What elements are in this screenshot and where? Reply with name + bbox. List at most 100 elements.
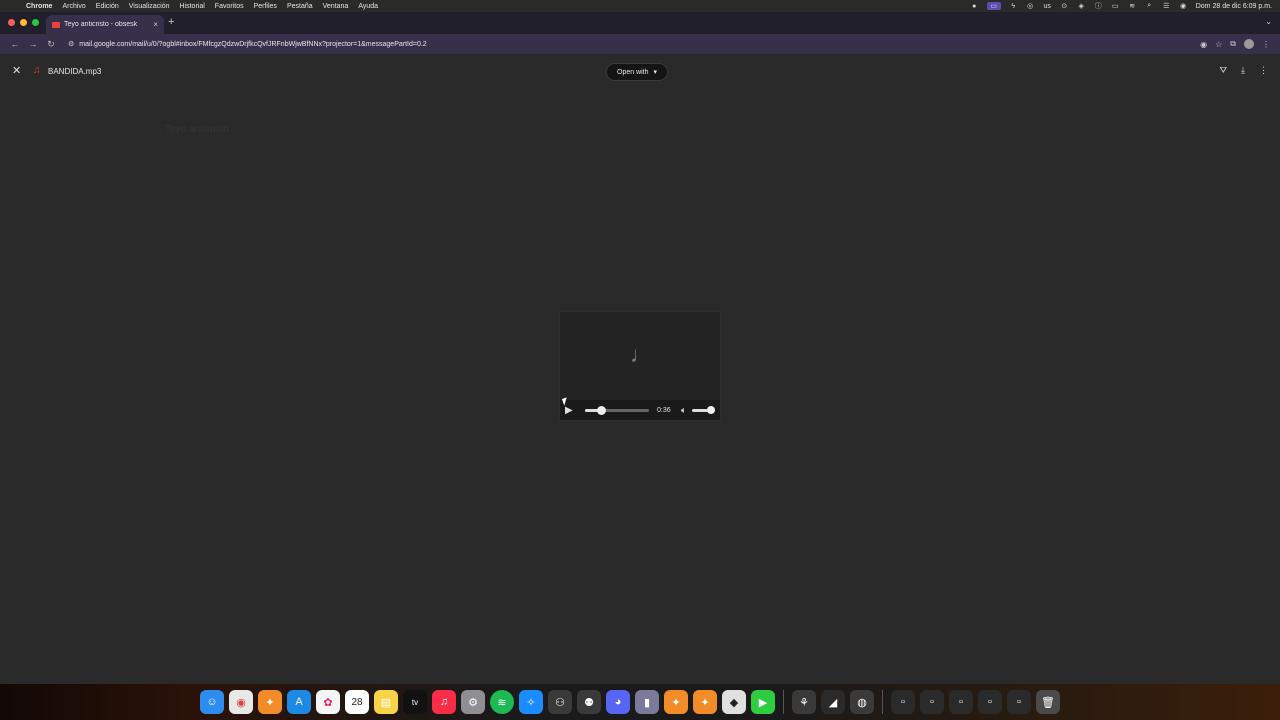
menu-edicion[interactable]: Edición	[96, 3, 119, 10]
settings-icon[interactable]: ⚙	[461, 690, 485, 714]
browser-toolbar: ← → ↻ ⚙ mail.google.com/mail/u/0/?ogbl#i…	[0, 34, 1280, 54]
profile-avatar[interactable]	[1244, 39, 1254, 49]
menu-pestana[interactable]: Pestaña	[287, 3, 313, 10]
extensions-icon[interactable]: ⧉	[1230, 39, 1236, 49]
new-tab-button[interactable]: +	[168, 16, 174, 28]
minimize-window-button[interactable]	[20, 19, 27, 26]
attachment-viewer: Teyo anticristo ✕ ♫ BANDIDA.mp3 Open wit…	[0, 54, 1280, 684]
seek-bar[interactable]	[585, 405, 649, 415]
app-icon[interactable]: ▮	[635, 690, 659, 714]
more-options-icon[interactable]: ⋮	[1259, 65, 1268, 76]
fullscreen-window-button[interactable]	[32, 19, 39, 26]
trash-icon[interactable]: 🗑︎	[1036, 690, 1060, 714]
chrome-icon[interactable]: ◉	[229, 690, 253, 714]
roblox-icon[interactable]: ◆	[722, 690, 746, 714]
wifi-icon[interactable]: ≋	[1128, 2, 1137, 10]
menu-ayuda[interactable]: Ayuda	[358, 3, 378, 10]
calendar-icon[interactable]: 28	[345, 690, 369, 714]
menu-favoritos[interactable]: Favoritos	[215, 3, 244, 10]
record-icon[interactable]: ●	[970, 2, 979, 10]
open-with-button[interactable]: Open with ▾	[606, 63, 669, 81]
safari-icon[interactable]: ✧	[519, 690, 543, 714]
viewer-header: ✕ ♫ BANDIDA.mp3 Open with ▾ ⛛ ⤓ ⋮	[0, 62, 1280, 82]
fl-studio-icon-3[interactable]: ✦	[693, 690, 717, 714]
chevron-down-icon: ▾	[653, 69, 658, 76]
info-icon[interactable]: ⓘ	[1094, 2, 1103, 10]
menubar-clock[interactable]: Dom 28 de dic 6:09 p.m.	[1196, 3, 1272, 10]
file-name: BANDIDA.mp3	[48, 67, 102, 76]
eye-icon[interactable]: ◈	[1077, 2, 1086, 10]
menu-app-name[interactable]: Chrome	[26, 3, 52, 10]
close-viewer-button[interactable]: ✕	[12, 64, 21, 77]
search-icon[interactable]: ⌕	[1145, 2, 1154, 10]
audio-player: ♩ ▶ 0:36 🔈︎	[559, 311, 721, 421]
utility-icon-2[interactable]: ⚉	[577, 690, 601, 714]
forward-icon[interactable]: →	[24, 39, 42, 49]
tool-icon[interactable]: ⚘	[792, 690, 816, 714]
recent-app-5[interactable]: ▫	[1007, 690, 1031, 714]
menu-bar: Chrome Archivo Edición Visualización His…	[0, 0, 1280, 12]
bolt-icon[interactable]: ϟ	[1009, 2, 1018, 10]
battery-icon[interactable]: ▭	[1111, 2, 1120, 10]
control-center-icon[interactable]: ☰	[1162, 2, 1171, 10]
reload-icon[interactable]: ↻	[42, 39, 60, 50]
open-with-label: Open with	[617, 68, 649, 76]
view-icon[interactable]: ◉	[1200, 40, 1207, 49]
appletv-icon[interactable]: tv	[403, 690, 427, 714]
tool-icon-2[interactable]: ◢	[821, 690, 845, 714]
music-note-icon: ♩	[630, 342, 652, 367]
current-time: 0:36	[657, 406, 671, 414]
chrome-menu-icon[interactable]: ⋮	[1262, 40, 1270, 49]
sync-icon[interactable]: ◎	[1026, 2, 1035, 10]
music-icon[interactable]: ♫	[432, 690, 456, 714]
menu-ventana[interactable]: Ventana	[323, 3, 349, 10]
siri-icon[interactable]: ◉	[1179, 2, 1188, 10]
tab-strip: Teyo anticristo - obsesk × + ⌄	[0, 12, 1280, 34]
back-icon[interactable]: ←	[6, 39, 24, 49]
player-controls: ▶ 0:36 🔈︎	[560, 400, 720, 420]
status-area: ● ▭ ϟ ◎ us ⊙ ◈ ⓘ ▭ ≋ ⌕ ☰ ◉ Dom 28 de dic…	[970, 2, 1272, 10]
fl-studio-icon[interactable]: ✦	[258, 690, 282, 714]
dock-separator-2	[882, 690, 883, 714]
site-info-icon[interactable]: ⚙	[68, 40, 74, 48]
recent-app-2[interactable]: ▫	[920, 690, 944, 714]
close-window-button[interactable]	[8, 19, 15, 26]
menu-visualizacion[interactable]: Visualización	[129, 3, 170, 10]
discord-icon[interactable]: ◕	[606, 690, 630, 714]
download-icon[interactable]: ⤓	[1241, 65, 1245, 76]
seek-handle[interactable]	[597, 405, 606, 415]
menu-archivo[interactable]: Archivo	[62, 3, 85, 10]
bookmark-star-icon[interactable]: ☆	[1215, 40, 1222, 49]
appstore-icon[interactable]: A	[287, 690, 311, 714]
screen-mirror-icon[interactable]: ▭	[986, 2, 1001, 10]
play-button[interactable]: ▶	[565, 405, 577, 416]
background-email-subject: Teyo anticristo	[165, 124, 229, 135]
photos-icon[interactable]: ✿	[316, 690, 340, 714]
tab-close-icon[interactable]: ×	[153, 20, 158, 29]
utility-icon[interactable]: ⚇	[548, 690, 572, 714]
language-indicator[interactable]: us	[1043, 2, 1052, 10]
tab-search-icon[interactable]: ⌄	[1265, 17, 1272, 26]
notes-icon[interactable]: ▤	[374, 690, 398, 714]
url-text[interactable]: mail.google.com/mail/u/0/?ogbl#inbox/FMf…	[79, 41, 426, 48]
dock: ☺ ◉ ✦ A ✿ 28 ▤ tv ♫ ⚙ ≋ ✧ ⚇ ⚉ ◕ ▮ ✦ ✦ ◆ …	[0, 684, 1280, 720]
toolbar-actions: ◉ ☆ ⧉ ⋮	[1200, 39, 1270, 49]
menu-perfiles[interactable]: Perfiles	[254, 3, 277, 10]
address-bar[interactable]: ⚙ mail.google.com/mail/u/0/?ogbl#inbox/F…	[64, 36, 1200, 52]
recent-app-1[interactable]: ▫	[891, 690, 915, 714]
fl-studio-icon-2[interactable]: ✦	[664, 690, 688, 714]
tab-gmail[interactable]: Teyo anticristo - obsesk ×	[46, 15, 164, 34]
playback-icon[interactable]: ⊙	[1060, 2, 1069, 10]
recent-app-4[interactable]: ▫	[978, 690, 1002, 714]
finder-icon[interactable]: ☺	[200, 690, 224, 714]
vpn-icon[interactable]: ◍	[850, 690, 874, 714]
facetime-icon[interactable]: ▶	[751, 690, 775, 714]
add-to-drive-icon[interactable]: ⛛	[1219, 65, 1227, 76]
dock-separator	[783, 690, 784, 714]
spotify-icon[interactable]: ≋	[490, 690, 514, 714]
recent-app-3[interactable]: ▫	[949, 690, 973, 714]
volume-handle[interactable]	[707, 405, 716, 414]
volume-icon[interactable]: 🔈︎	[681, 405, 686, 416]
volume-slider[interactable]	[692, 405, 716, 414]
menu-historial[interactable]: Historial	[180, 3, 205, 10]
